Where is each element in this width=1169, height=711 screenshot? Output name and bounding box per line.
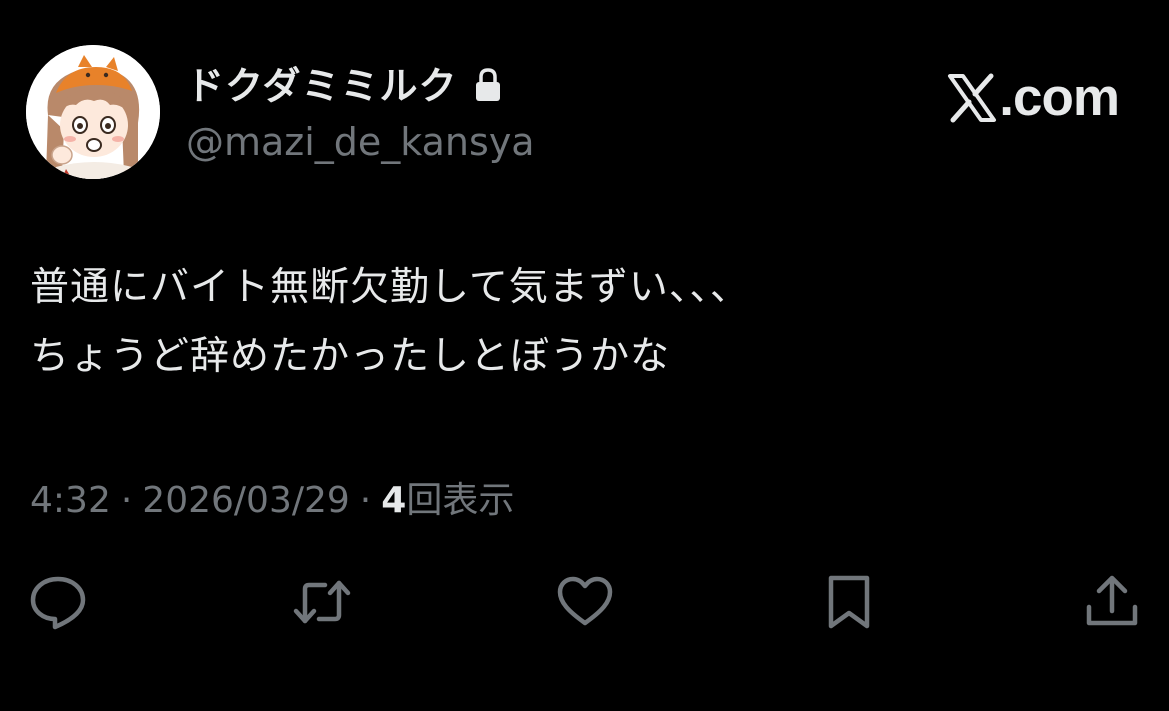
author-info: ドクダミミルク <box>186 62 503 110</box>
share-icon <box>1086 575 1138 626</box>
avatar-illustration-icon <box>26 45 160 179</box>
x-logo-icon <box>947 73 997 123</box>
views-count: 4 <box>381 480 407 521</box>
post-card: ドクダミミルク @mazi_de_kansya .com 普通にバイト無断欠勤し… <box>0 0 1169 711</box>
post-body: 普通にバイト無断欠勤して気まずい、、、 ちょうど辞めたかったしとぼうかな <box>30 253 1140 391</box>
author-handle[interactable]: @mazi_de_kansya <box>186 118 535 166</box>
post-line: 普通にバイト無断欠勤して気まずい、、、 <box>30 265 750 310</box>
post-line: ちょうど辞めたかったしとぼうかな <box>30 334 671 379</box>
action-bar <box>0 570 1169 634</box>
meta-separator: · <box>120 480 133 521</box>
brand-logo: .com <box>947 68 1120 128</box>
repost-icon <box>293 580 351 624</box>
share-button[interactable] <box>1080 570 1144 634</box>
post-date[interactable]: 2026/03/29 <box>142 480 350 521</box>
post-time[interactable]: 4:32 <box>30 480 111 521</box>
lock-icon <box>473 66 503 106</box>
meta-separator: · <box>359 480 372 521</box>
heart-icon <box>557 576 613 626</box>
reply-icon <box>30 576 86 630</box>
repost-button[interactable] <box>290 570 354 634</box>
like-button[interactable] <box>553 570 617 634</box>
post-meta: 4:32 · 2026/03/29 · 4回表示 <box>30 478 514 524</box>
display-name[interactable]: ドクダミミルク <box>186 62 457 110</box>
bookmark-button[interactable] <box>817 570 881 634</box>
avatar[interactable] <box>26 45 160 179</box>
bookmark-icon <box>828 575 870 629</box>
views-label: 回表示 <box>406 480 515 521</box>
brand-text: .com <box>999 68 1120 127</box>
reply-button[interactable] <box>26 570 90 634</box>
